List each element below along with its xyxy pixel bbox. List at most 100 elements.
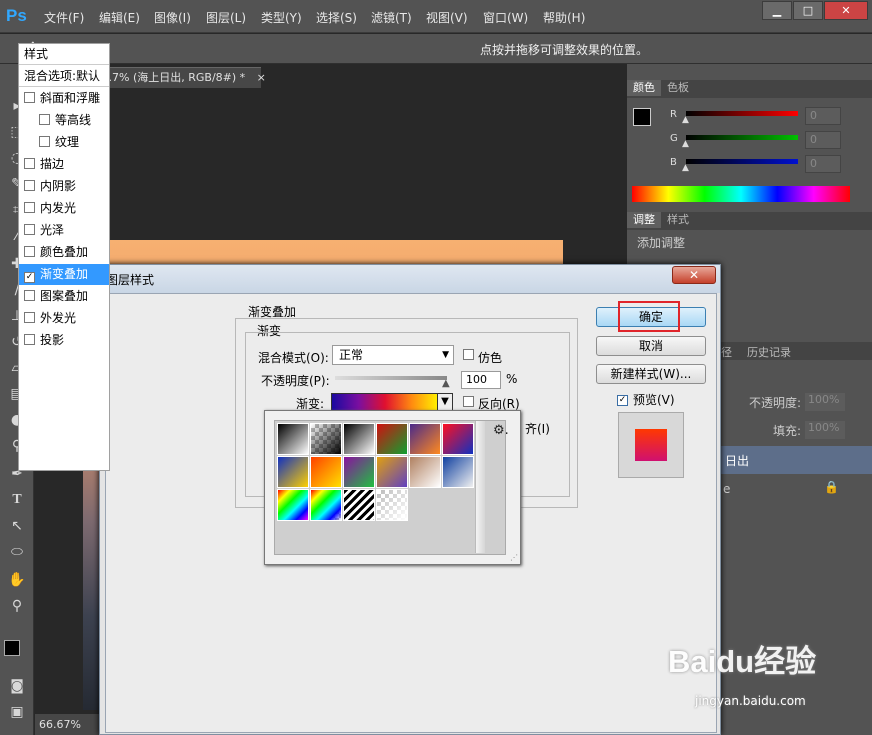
tab-styles[interactable]: 样式 <box>661 212 695 228</box>
style-checkbox[interactable] <box>24 202 35 213</box>
menu-view[interactable]: 视图(V) <box>426 9 468 26</box>
channel-value-input[interactable]: 0 <box>805 131 841 149</box>
style-list-item[interactable]: 内发光 <box>19 198 109 219</box>
gradient-dropdown-button[interactable]: ▼ <box>437 393 453 411</box>
dialog-close-button[interactable]: ✕ <box>672 266 716 284</box>
opacity-slider[interactable] <box>335 376 447 380</box>
menu-window[interactable]: 窗口(W) <box>483 9 528 26</box>
channel-slider-handle[interactable]: ▲ <box>682 163 689 173</box>
blend-mode-select[interactable]: 正常 ▼ <box>332 345 454 365</box>
gradient-swatch[interactable] <box>376 456 408 488</box>
menu-select[interactable]: 选择(S) <box>316 9 357 26</box>
menu-filter[interactable]: 滤镜(T) <box>371 9 412 26</box>
style-list-item[interactable]: 等高线 <box>19 110 109 131</box>
picker-scrollbar[interactable] <box>475 421 485 553</box>
tab-swatches[interactable]: 色板 <box>661 80 695 96</box>
style-list-item[interactable]: 外发光 <box>19 308 109 329</box>
gradient-swatch[interactable] <box>310 423 342 455</box>
style-checkbox[interactable] <box>24 246 35 257</box>
channel-slider-handle[interactable]: ▲ <box>682 139 689 149</box>
preview-checkbox[interactable]: ✓ <box>617 390 633 406</box>
hand-tool-icon[interactable]: ✋ <box>6 570 28 590</box>
menu-help[interactable]: 帮助(H) <box>543 9 585 26</box>
style-checkbox[interactable] <box>39 136 50 147</box>
style-checkbox[interactable] <box>24 290 35 301</box>
document-tab-close[interactable]: × <box>257 71 266 84</box>
dialog-title-bar[interactable]: 图层样式 ✕ <box>100 265 720 293</box>
gradient-swatch[interactable] <box>310 456 342 488</box>
gear-icon[interactable]: ⚙. <box>493 423 509 438</box>
gradient-swatch[interactable] <box>277 423 309 455</box>
gradient-swatch[interactable] <box>277 489 309 521</box>
style-checkbox[interactable] <box>24 334 35 345</box>
gradient-swatch[interactable] <box>310 489 342 521</box>
layer-row-selected[interactable]: 日出 <box>721 446 872 474</box>
screen-mode-icon[interactable]: ▣ <box>6 702 28 722</box>
maximize-button[interactable]: □ <box>793 1 823 20</box>
quick-mask-icon[interactable]: ◙ <box>6 676 28 696</box>
style-list-item[interactable]: 纹理 <box>19 132 109 153</box>
style-checkbox[interactable] <box>39 114 50 125</box>
style-list-item[interactable]: ✓ 渐变叠加 <box>19 264 109 285</box>
style-list-item[interactable]: 颜色叠加 <box>19 242 109 263</box>
gradient-swatch[interactable] <box>343 489 375 521</box>
style-list-item[interactable]: 光泽 <box>19 220 109 241</box>
style-checkbox[interactable]: ✓ <box>24 272 35 283</box>
channel-value-input[interactable]: 0 <box>805 107 841 125</box>
color-spectrum-bar[interactable] <box>632 186 850 202</box>
menu-type[interactable]: 类型(Y) <box>261 9 302 26</box>
panel-foreground-swatch[interactable] <box>633 108 651 126</box>
channel-slider[interactable] <box>686 159 798 164</box>
gradient-swatch[interactable] <box>442 456 474 488</box>
gradient-swatch[interactable] <box>376 423 408 455</box>
gradient-swatch[interactable] <box>409 456 441 488</box>
style-checkbox[interactable] <box>24 158 35 169</box>
style-list-item[interactable]: 内阴影 <box>19 176 109 197</box>
opacity-input[interactable]: 100 <box>461 371 501 389</box>
gradient-swatch[interactable] <box>343 456 375 488</box>
type-tool-icon[interactable]: T <box>6 490 28 510</box>
channel-slider[interactable] <box>686 135 798 140</box>
gradient-swatch[interactable] <box>343 423 375 455</box>
gradient-swatch[interactable] <box>376 489 408 521</box>
style-checkbox[interactable] <box>24 180 35 191</box>
zoom-level[interactable]: 66.67% <box>39 718 81 731</box>
zoom-tool-icon[interactable]: ⚲ <box>6 596 28 616</box>
style-checkbox[interactable] <box>24 224 35 235</box>
style-list-item[interactable]: 投影 <box>19 330 109 351</box>
style-checkbox[interactable] <box>24 92 35 103</box>
style-checkbox[interactable] <box>24 312 35 323</box>
opacity-slider-handle[interactable]: ▲ <box>442 378 450 389</box>
style-list-item[interactable]: 斜面和浮雕 <box>19 88 109 109</box>
tab-history[interactable]: 历史记录 <box>747 344 791 360</box>
new-style-button[interactable]: 新建样式(W)... <box>596 364 706 384</box>
channel-slider-handle[interactable]: ▲ <box>682 115 689 125</box>
reverse-checkbox[interactable] <box>463 395 479 409</box>
gradient-swatch[interactable] <box>442 423 474 455</box>
tab-adjustments[interactable]: 调整 <box>627 212 661 228</box>
ellipse-tool-icon[interactable]: ⬭ <box>6 542 28 562</box>
blend-options-item[interactable]: 混合选项:默认 <box>19 66 109 87</box>
gradient-preview[interactable] <box>331 393 439 411</box>
tab-paths[interactable]: 径 <box>721 344 732 360</box>
menu-image[interactable]: 图像(I) <box>154 9 191 26</box>
path-select-tool-icon[interactable]: ↖ <box>6 516 28 536</box>
channel-value-input[interactable]: 0 <box>805 155 841 173</box>
style-list-item[interactable]: 图案叠加 <box>19 286 109 307</box>
dither-checkbox[interactable] <box>463 348 479 362</box>
menu-layer[interactable]: 图层(L) <box>206 9 246 26</box>
gradient-swatch[interactable] <box>277 456 309 488</box>
menu-edit[interactable]: 编辑(E) <box>99 9 140 26</box>
cancel-button[interactable]: 取消 <box>596 336 706 356</box>
foreground-color-swatch[interactable] <box>4 640 20 656</box>
menu-file[interactable]: 文件(F) <box>44 9 84 26</box>
layer-fill-value[interactable]: 100% <box>805 421 845 439</box>
close-window-button[interactable]: ✕ <box>824 1 868 20</box>
channel-slider[interactable] <box>686 111 798 116</box>
layer-opacity-value[interactable]: 100% <box>805 393 845 411</box>
resize-grip-icon[interactable]: ⋰ <box>510 553 518 562</box>
minimize-button[interactable]: ▁ <box>762 1 792 20</box>
gradient-swatch[interactable] <box>409 423 441 455</box>
style-list-item[interactable]: 描边 <box>19 154 109 175</box>
tab-color[interactable]: 颜色 <box>627 80 661 96</box>
